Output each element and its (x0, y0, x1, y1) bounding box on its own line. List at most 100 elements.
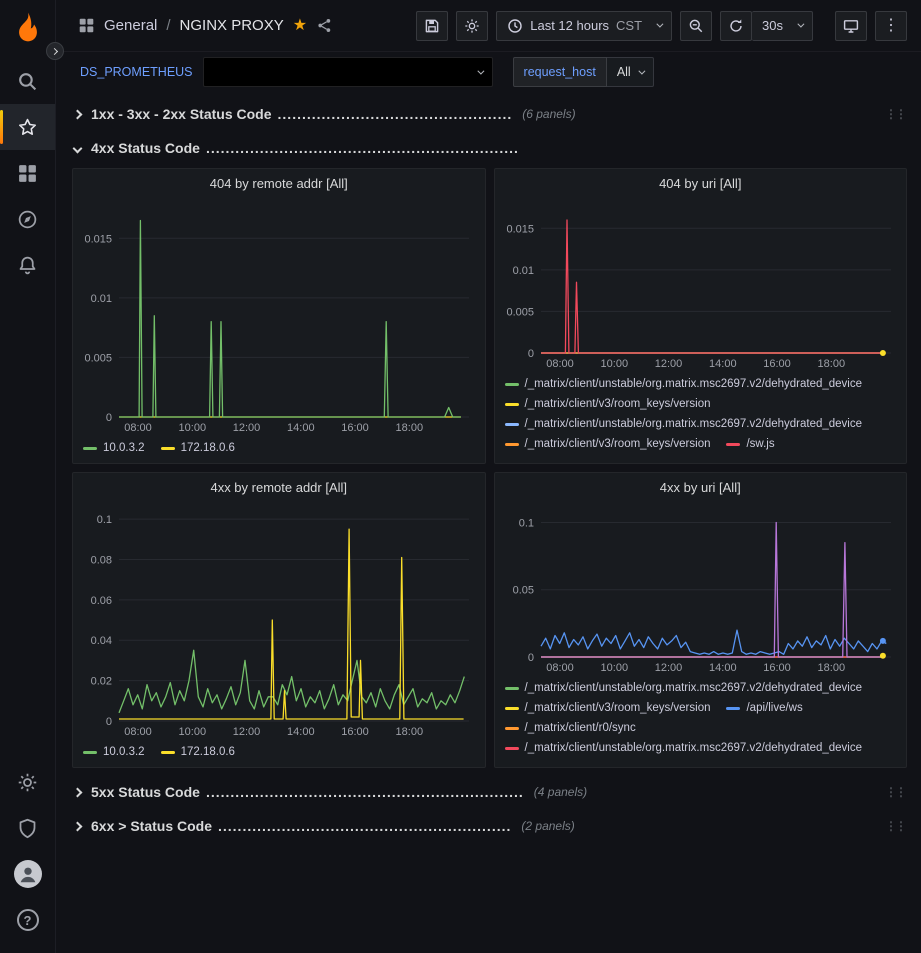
chevron-down-icon (477, 67, 484, 74)
grafana-logo[interactable] (11, 0, 45, 50)
clock-icon (507, 18, 523, 34)
row-drag-handle[interactable]: ⋮⋮ (885, 107, 907, 121)
chevron-right-icon (73, 821, 83, 831)
sidebar-expand-button[interactable] (46, 42, 64, 60)
grafana-app: ? General / NGINX PROXY ★ (0, 0, 921, 953)
timeseries-plot[interactable]: 00.020.040.060.080.108:0010:0012:0014:00… (79, 501, 479, 742)
legend-item[interactable]: 10.0.3.2 (83, 746, 145, 758)
timeseries-plot[interactable]: 00.0050.010.01508:0010:0012:0014:0016:00… (501, 197, 901, 374)
sidebar-item-profile[interactable] (0, 851, 55, 897)
legend-series-label: 10.0.3.2 (103, 442, 145, 454)
dashboard-actions: Last 12 hours CST 30s (416, 11, 907, 41)
legend-series-swatch (161, 751, 175, 754)
share-icon[interactable] (316, 17, 333, 34)
svg-text:08:00: 08:00 (124, 726, 152, 738)
breadcrumb-section[interactable]: General (104, 17, 157, 34)
chevron-down-icon (656, 21, 663, 28)
sidebar-item-alerting[interactable] (0, 242, 55, 288)
legend-series-label: /_matrix/client/v3/room_keys/version (525, 438, 711, 450)
user-icon (17, 863, 39, 885)
legend-series-swatch (505, 383, 519, 386)
legend-item[interactable]: /_matrix/client/unstable/org.matrix.msc2… (505, 418, 863, 430)
panel-4xx-by-uri: 4xx by uri [All] 00.050.108:0010:0012:00… (494, 472, 908, 768)
legend-item[interactable]: /_matrix/client/v3/room_keys/version (505, 702, 711, 714)
variable-request-host-select[interactable]: All (607, 57, 654, 87)
sidebar-item-server-admin[interactable] (0, 805, 55, 851)
svg-text:0.1: 0.1 (518, 518, 533, 530)
svg-text:16:00: 16:00 (341, 422, 369, 434)
row-drag-handle[interactable]: ⋮⋮ (885, 819, 907, 833)
svg-text:0.01: 0.01 (91, 293, 112, 305)
svg-text:0.015: 0.015 (84, 233, 112, 245)
legend-item[interactable]: /_matrix/client/unstable/org.matrix.msc2… (505, 682, 863, 694)
legend-series-label: /_matrix/client/v3/room_keys/version (525, 702, 711, 714)
sidebar-item-starred[interactable] (0, 104, 55, 150)
legend-series-swatch (505, 403, 519, 406)
favorite-star-icon[interactable]: ★ (293, 18, 307, 34)
more-options-button[interactable]: ⋮ (875, 11, 907, 41)
svg-text:0: 0 (527, 652, 533, 664)
row-title-dots: ........................................… (206, 140, 519, 156)
legend-series-label: /_matrix/client/r0/sync (525, 722, 636, 734)
legend-series-label: /_matrix/client/unstable/org.matrix.msc2… (525, 682, 863, 694)
main-area: General / NGINX PROXY ★ Last 12 hours (56, 0, 921, 953)
save-dashboard-button[interactable] (416, 11, 448, 41)
sidebar: ? (0, 0, 56, 953)
svg-text:0.02: 0.02 (91, 676, 112, 688)
refresh-interval-dropdown[interactable]: 30s (752, 11, 813, 41)
legend-item[interactable]: /_matrix/client/unstable/org.matrix.msc2… (505, 742, 863, 754)
cycle-view-mode-button[interactable] (835, 11, 867, 41)
legend-item[interactable]: /_matrix/client/v3/room_keys/version (505, 438, 711, 450)
dashboard-canvas: 1xx - 3xx - 2xx Status Code ............… (56, 92, 921, 953)
timeseries-plot[interactable]: 00.0050.010.01508:0010:0012:0014:0016:00… (79, 197, 479, 438)
svg-text:16:00: 16:00 (763, 662, 791, 674)
legend-item[interactable]: 172.18.0.6 (161, 746, 235, 758)
svg-text:16:00: 16:00 (341, 726, 369, 738)
row-panel-count: (2 panels) (521, 819, 574, 833)
variable-ds-prometheus-select[interactable] (203, 57, 493, 87)
legend-item[interactable]: /_matrix/client/v3/room_keys/version (505, 398, 711, 410)
sidebar-item-search[interactable] (0, 58, 55, 104)
legend-item[interactable]: 172.18.0.6 (161, 442, 235, 454)
svg-text:0.005: 0.005 (84, 352, 112, 364)
row-title-dots: ........................................… (218, 818, 511, 834)
legend-item[interactable]: /_matrix/client/r0/sync (505, 722, 636, 734)
row-4xx-status-code[interactable]: 4xx Status Code ........................… (72, 134, 907, 162)
dashboard-settings-button[interactable] (456, 11, 488, 41)
svg-text:10:00: 10:00 (600, 662, 628, 674)
legend-series-swatch (83, 751, 97, 754)
svg-text:14:00: 14:00 (287, 726, 315, 738)
timeseries-plot[interactable]: 00.050.108:0010:0012:0014:0016:0018:00 (501, 501, 901, 678)
time-range-picker[interactable]: Last 12 hours CST (496, 11, 672, 41)
svg-text:18:00: 18:00 (817, 358, 845, 370)
row-1xx-3xx-2xx-status-code[interactable]: 1xx - 3xx - 2xx Status Code ............… (72, 100, 907, 128)
sidebar-item-dashboards[interactable] (0, 150, 55, 196)
panel-title[interactable]: 4xx by remote addr [All] (73, 473, 485, 501)
sidebar-item-help[interactable]: ? (0, 897, 55, 943)
grafana-flame-icon (11, 10, 45, 44)
legend-series-swatch (505, 727, 519, 730)
legend-item[interactable]: /api/live/ws (726, 702, 802, 714)
panel-title[interactable]: 404 by uri [All] (495, 169, 907, 197)
legend-item[interactable]: /sw.js (726, 438, 774, 450)
panel-legend: /_matrix/client/unstable/org.matrix.msc2… (495, 678, 907, 767)
zoom-out-button[interactable] (680, 11, 712, 41)
refresh-button[interactable] (720, 11, 752, 41)
svg-text:0: 0 (106, 716, 112, 728)
legend-series-label: 172.18.0.6 (181, 442, 235, 454)
sidebar-item-explore[interactable] (0, 196, 55, 242)
row-5xx-status-code[interactable]: 5xx Status Code ........................… (72, 778, 907, 806)
row-6xx-status-code[interactable]: 6xx > Status Code ......................… (72, 812, 907, 840)
row-drag-handle[interactable]: ⋮⋮ (885, 785, 907, 799)
sidebar-bottom-menu: ? (0, 759, 55, 953)
panel-title[interactable]: 404 by remote addr [All] (73, 169, 485, 197)
legend-item[interactable]: 10.0.3.2 (83, 442, 145, 454)
sidebar-item-configuration[interactable] (0, 759, 55, 805)
row-panel-count: (4 panels) (534, 785, 587, 799)
panel-title[interactable]: 4xx by uri [All] (495, 473, 907, 501)
legend-series-label: /_matrix/client/v3/room_keys/version (525, 398, 711, 410)
variable-request-host-label: request_host (513, 57, 607, 87)
legend-item[interactable]: /_matrix/client/unstable/org.matrix.msc2… (505, 378, 863, 390)
variable-bar: DS_PROMETHEUS request_host All (56, 52, 921, 92)
panel-4xx-by-remote-addr: 4xx by remote addr [All] 00.020.040.060.… (72, 472, 486, 768)
